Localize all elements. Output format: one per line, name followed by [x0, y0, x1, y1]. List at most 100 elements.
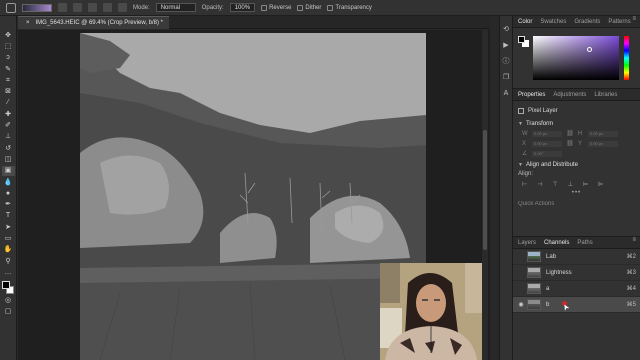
channel-thumbnail [527, 283, 541, 294]
channel-row-lab[interactable]: Lab ⌘2 [513, 249, 640, 265]
gradient-icon[interactable]: ▣ [1, 165, 15, 176]
layer-kind-row: Pixel Layer [518, 105, 635, 116]
color-panel-tabs: Color Swatches Gradients Patterns ≡ [513, 16, 640, 28]
frame-icon[interactable]: ⊠ [2, 86, 15, 96]
channel-shortcut: ⌘3 [626, 270, 636, 276]
marquee-icon[interactable]: ⬚ [2, 41, 15, 51]
foreground-color[interactable] [1, 280, 10, 289]
mode-label: Mode: [133, 4, 150, 11]
vertical-scrollbar[interactable] [482, 30, 488, 360]
color-field-cursor[interactable] [587, 47, 592, 52]
link-icon[interactable]: ⛓ [566, 130, 574, 137]
brush-icon[interactable]: ✐ [2, 120, 15, 130]
screen-mode-icon[interactable]: ▢ [2, 307, 15, 317]
tab-paths[interactable]: Paths [577, 240, 592, 246]
more-options-icon[interactable]: ••• [518, 190, 635, 196]
history-icon[interactable]: ⟲ [502, 26, 511, 34]
channel-shortcut: ⌘2 [626, 254, 636, 260]
hue-slider[interactable] [624, 36, 629, 80]
actions-icon[interactable]: ▶ [502, 42, 511, 50]
opacity-label: Opacity: [201, 4, 224, 11]
fg-bg-color-swatches[interactable] [518, 36, 530, 48]
chevron-down-icon: ▼ [518, 121, 523, 127]
eraser-icon[interactable]: ◫ [2, 154, 15, 164]
align-button-icon[interactable]: ⊫ [598, 181, 603, 188]
tab-adjustments[interactable]: Adjustments [553, 92, 586, 98]
tab-swatches[interactable]: Swatches [540, 19, 566, 25]
transform-field[interactable]: 0.00 px [588, 140, 618, 147]
transform-field[interactable]: 0.00° [532, 150, 562, 157]
align-button-icon[interactable]: ⊤ [552, 181, 557, 188]
channels-panel: Layers Channels Paths ≡ Lab ⌘2 Lightness ⌘3… [513, 236, 640, 360]
foreground-color-swatch[interactable] [518, 36, 525, 43]
diamond-gradient-button[interactable] [118, 3, 127, 12]
transparency-label: Transparency [335, 4, 372, 11]
transform-section-header[interactable]: ▼ Transform [518, 121, 635, 127]
channel-row-a[interactable]: a ⌘4 [513, 281, 640, 297]
panel-menu-icon[interactable]: ≡ [632, 237, 636, 243]
tab-patterns[interactable]: Patterns [608, 19, 630, 25]
eyedropper-icon[interactable]: ⁄ [2, 98, 15, 108]
transparency-checkbox[interactable]: Transparency [327, 4, 372, 11]
quick-select-icon[interactable]: ✎ [2, 64, 15, 74]
transform-field[interactable]: 0.00 px [588, 130, 618, 137]
tab-color[interactable]: Color [518, 19, 532, 25]
reverse-checkbox[interactable]: Reverse [261, 4, 291, 11]
zoom-icon[interactable]: ⚲ [2, 256, 15, 266]
tab-gradients[interactable]: Gradients [574, 19, 600, 25]
color-field[interactable] [533, 36, 619, 80]
tab-channels[interactable]: Channels [544, 240, 569, 246]
transform-key: ∠ [522, 151, 528, 157]
healing-brush-icon[interactable]: ✚ [2, 109, 15, 119]
dodge-icon[interactable]: ● [2, 188, 15, 198]
transform-field[interactable]: 0.00 px [532, 140, 562, 147]
layer-comps-icon[interactable]: ❐ [502, 74, 511, 82]
angle-gradient-button[interactable] [88, 3, 97, 12]
align-section-header[interactable]: ▼ Align and Distribute [518, 162, 635, 168]
fg-bg-swatches[interactable] [1, 280, 15, 295]
channel-row-b[interactable]: ◉ b ⌘5 ➤ [513, 297, 640, 313]
gradient-tool-icon[interactable] [6, 2, 16, 13]
tab-properties[interactable]: Properties [518, 92, 545, 98]
quick-mask-icon[interactable]: ◎ [2, 296, 15, 306]
channel-row-lightness[interactable]: Lightness ⌘3 [513, 265, 640, 281]
blur-icon[interactable]: 💧 [2, 177, 15, 187]
path-select-icon[interactable]: ➤ [2, 222, 15, 232]
info-icon[interactable]: ⓘ [502, 58, 511, 66]
clone-stamp-icon[interactable]: ⊥ [2, 132, 15, 142]
hand-icon[interactable]: ✋ [2, 245, 15, 255]
document-tab[interactable]: × IMG_5643.HEIC @ 69.4% (Crop Preview, b… [18, 16, 169, 29]
eye-icon[interactable]: ◉ [517, 301, 525, 308]
opacity-input[interactable]: 100% [229, 3, 256, 12]
close-icon[interactable]: × [26, 20, 30, 26]
rectangle-icon[interactable]: ▭ [2, 233, 15, 243]
align-button-icon[interactable]: ⊨ [583, 181, 588, 188]
radial-gradient-button[interactable] [73, 3, 82, 12]
align-button-icon[interactable]: ⊣ [537, 181, 542, 188]
linear-gradient-button[interactable] [58, 3, 67, 12]
history-brush-icon[interactable]: ↺ [2, 143, 15, 153]
lasso-icon[interactable]: ↄ [2, 53, 15, 63]
link-icon[interactable]: ⛓ [566, 140, 574, 147]
crop-icon[interactable]: ⌗ [2, 75, 15, 85]
panel-menu-icon[interactable]: ≡ [632, 16, 636, 22]
character-icon[interactable]: A [502, 90, 511, 98]
document-canvas[interactable] [80, 33, 426, 360]
dither-checkbox[interactable]: Dither [297, 4, 321, 11]
mode-select[interactable]: Normal [155, 3, 196, 12]
presenter-video-image [380, 263, 482, 360]
scrollbar-thumb[interactable] [483, 130, 487, 250]
transform-field[interactable]: 0.00 px [532, 130, 562, 137]
channel-name: Lightness [546, 269, 572, 276]
move-icon[interactable]: ✥ [2, 30, 15, 40]
tab-layers[interactable]: Layers [518, 240, 536, 246]
transform-key: Y [578, 140, 583, 147]
type-icon[interactable]: T [2, 211, 15, 221]
align-button-icon[interactable]: ⊥ [568, 181, 573, 188]
gradient-preset-swatch[interactable] [22, 3, 52, 12]
reflected-gradient-button[interactable] [103, 3, 112, 12]
align-button-icon[interactable]: ⊢ [522, 181, 527, 188]
pen-icon[interactable]: ✒ [2, 199, 15, 209]
more-tools-icon[interactable]: … [2, 267, 15, 277]
tab-libraries[interactable]: Libraries [594, 92, 617, 98]
